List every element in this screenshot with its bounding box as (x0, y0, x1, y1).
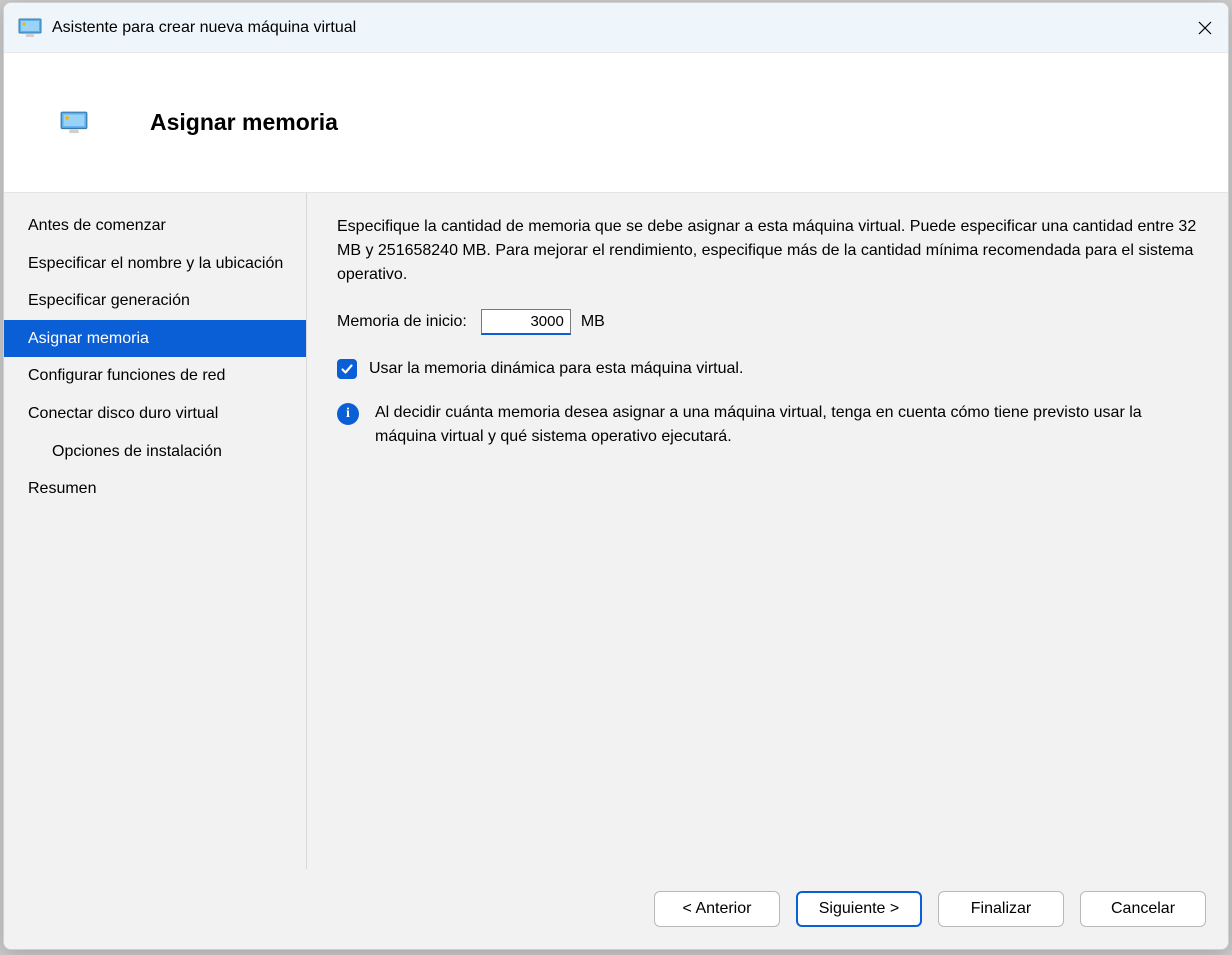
info-row: i Al decidir cuánta memoria desea asigna… (337, 401, 1200, 449)
close-icon (1198, 21, 1212, 35)
wizard-footer: < Anterior Siguiente > Finalizar Cancela… (4, 869, 1228, 949)
memory-description: Especifique la cantidad de memoria que s… (337, 215, 1200, 287)
memory-label: Memoria de inicio: (337, 313, 467, 331)
check-icon (340, 362, 354, 376)
dynamic-memory-label: Usar la memoria dinámica para esta máqui… (369, 360, 743, 378)
finish-button[interactable]: Finalizar (938, 891, 1064, 927)
memory-input[interactable] (481, 309, 571, 335)
sidebar-step-1[interactable]: Especificar el nombre y la ubicación (4, 245, 306, 283)
wizard-content: Especifique la cantidad de memoria que s… (307, 193, 1228, 869)
sidebar-step-2[interactable]: Especificar generación (4, 282, 306, 320)
header-icon (60, 111, 88, 135)
sidebar-step-3[interactable]: Asignar memoria (4, 320, 306, 358)
app-icon (18, 18, 42, 38)
memory-unit: MB (581, 313, 605, 331)
titlebar: Asistente para crear nueva máquina virtu… (4, 3, 1228, 53)
cancel-button[interactable]: Cancelar (1080, 891, 1206, 927)
sidebar-step-0[interactable]: Antes de comenzar (4, 207, 306, 245)
sidebar-step-4[interactable]: Configurar funciones de red (4, 357, 306, 395)
sidebar-step-5[interactable]: Conectar disco duro virtual (4, 395, 306, 433)
page-title: Asignar memoria (150, 109, 338, 136)
window-title: Asistente para crear nueva máquina virtu… (52, 19, 1182, 37)
dynamic-memory-checkbox[interactable] (337, 359, 357, 379)
previous-button[interactable]: < Anterior (654, 891, 780, 927)
wizard-header: Asignar memoria (4, 53, 1228, 193)
wizard-steps-sidebar: Antes de comenzarEspecificar el nombre y… (4, 193, 307, 869)
wizard-window: Asistente para crear nueva máquina virtu… (3, 2, 1229, 950)
memory-row: Memoria de inicio: MB (337, 309, 1200, 335)
next-button[interactable]: Siguiente > (796, 891, 922, 927)
dynamic-memory-row[interactable]: Usar la memoria dinámica para esta máqui… (337, 359, 1200, 379)
wizard-body: Antes de comenzarEspecificar el nombre y… (4, 193, 1228, 869)
close-button[interactable] (1182, 3, 1228, 53)
info-icon: i (337, 403, 359, 425)
info-text: Al decidir cuánta memoria desea asignar … (375, 401, 1200, 449)
sidebar-step-6[interactable]: Opciones de instalación (4, 433, 306, 471)
sidebar-step-7[interactable]: Resumen (4, 470, 306, 508)
